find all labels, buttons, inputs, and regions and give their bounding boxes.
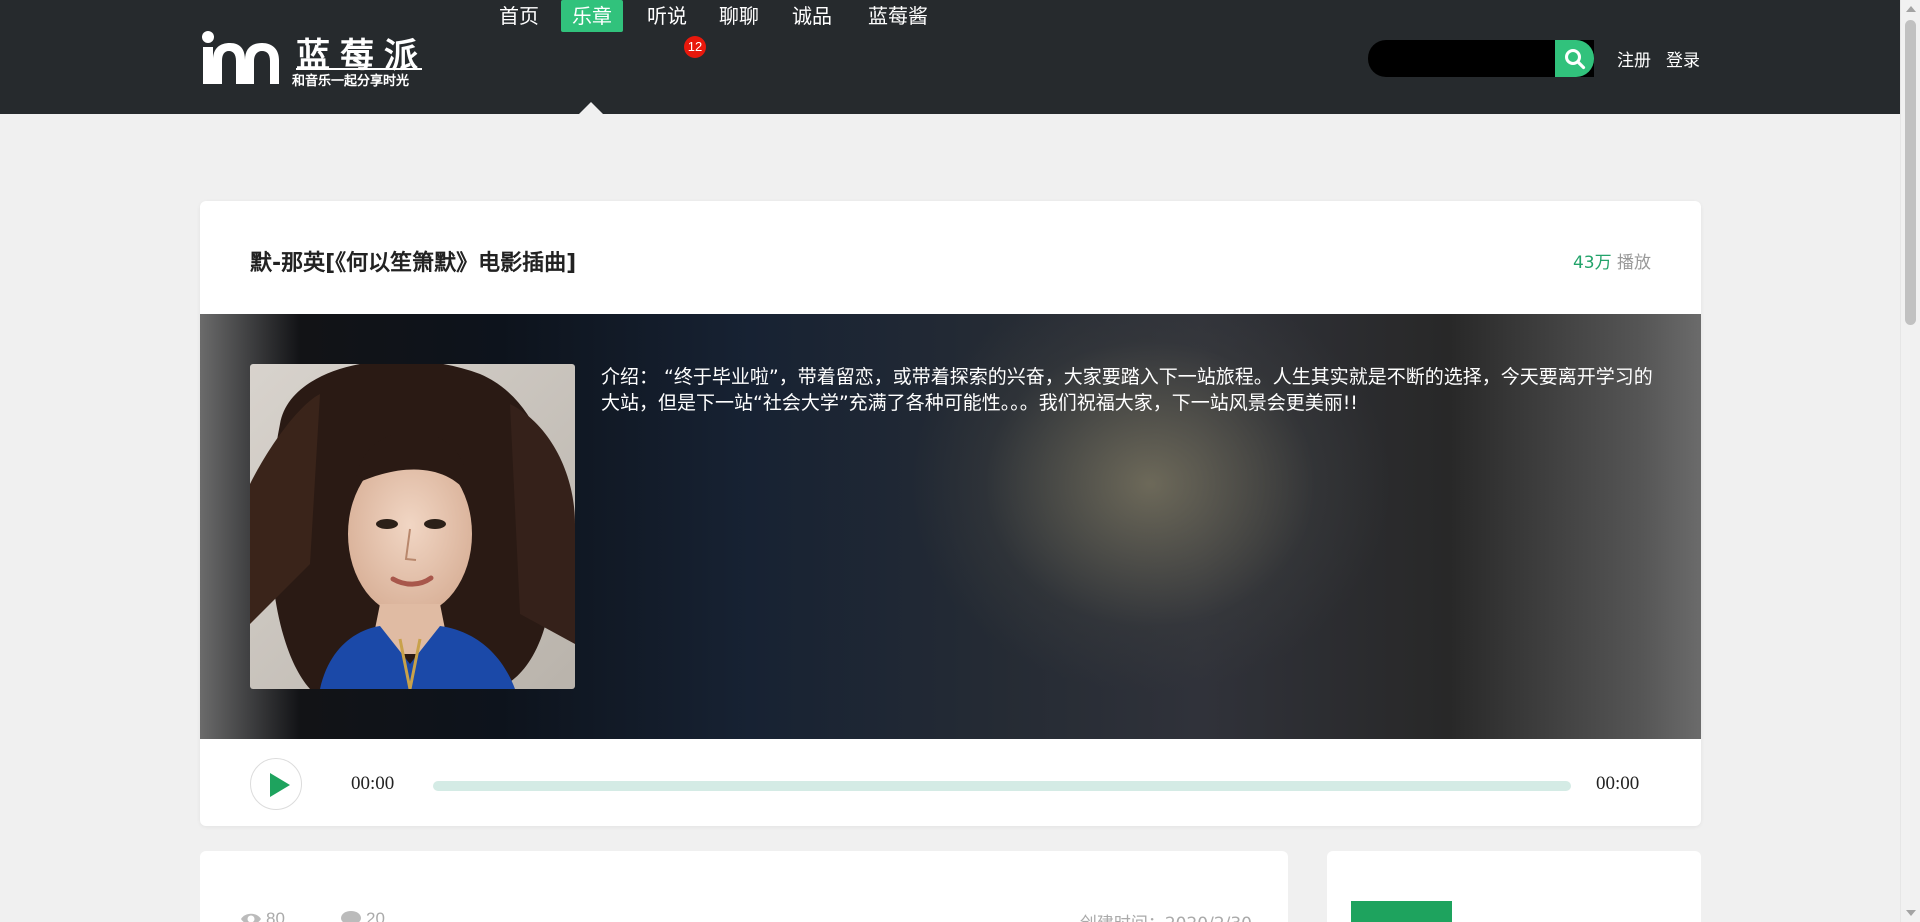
song-detail-card: 80 20 创建时间：2020/2/30	[200, 851, 1288, 922]
site-logo[interactable]: 蓝莓派 和音乐一起分享时光	[200, 30, 430, 89]
side-card-tab[interactable]	[1351, 901, 1452, 922]
total-time: 00:00	[1596, 773, 1640, 794]
brand-tagline: 和音乐一起分享时光	[292, 74, 410, 89]
comment-icon	[341, 911, 361, 922]
logo-m-icon	[202, 31, 279, 84]
song-title: 默-那英[《何以笙箫默》电影插曲]	[250, 251, 577, 276]
search-icon	[1564, 48, 1585, 69]
comments-stat: 20	[340, 909, 385, 922]
side-card	[1327, 851, 1701, 922]
notification-badge: 12	[684, 36, 706, 58]
play-count: 43万 播放	[1573, 248, 1651, 273]
nav-music[interactable]: 乐章	[561, 0, 623, 32]
progress-bar[interactable]	[433, 781, 1571, 791]
artist-portrait-icon	[250, 364, 575, 689]
play-count-label: 播放	[1617, 253, 1651, 273]
nav-chat[interactable]: 聊聊	[716, 0, 762, 32]
top-header: 蓝莓派 和音乐一起分享时光 首页 乐章 听说 聊聊 诚品 蓝莓酱 12 注册 登…	[0, 0, 1900, 114]
song-banner: 介绍： “终于毕业啦”，带着留恋，或带着探索的兴奋，大家要踏入下一站旅程。人生其…	[200, 314, 1701, 739]
current-time: 00:00	[351, 773, 395, 794]
scroll-thumb[interactable]	[1905, 20, 1916, 325]
nav-listen[interactable]: 听说	[644, 0, 690, 32]
song-card: 默-那英[《何以笙箫默》电影插曲] 43万 播放 介绍： “终于毕业啦”，带着留…	[200, 201, 1701, 826]
register-link[interactable]: 注册	[1617, 46, 1651, 71]
views-stat: 80	[240, 909, 285, 922]
login-link[interactable]: 登录	[1666, 46, 1700, 71]
audio-player: 00:00 00:00	[200, 739, 1701, 826]
nav-blueberry-jam[interactable]: 蓝莓酱	[865, 0, 931, 32]
album-cover-image	[250, 364, 575, 689]
play-count-number: 43万	[1572, 253, 1612, 273]
search-button[interactable]	[1555, 40, 1594, 77]
scroll-down-arrow-icon[interactable]	[1906, 910, 1916, 916]
play-button[interactable]	[250, 758, 302, 810]
page-scrollbar[interactable]	[1900, 0, 1920, 922]
comments-count: 20	[366, 909, 385, 922]
eye-icon	[241, 913, 261, 922]
nav-home[interactable]: 首页	[496, 0, 542, 32]
created-time: 创建时间：2020/2/30	[1080, 909, 1252, 922]
song-intro: 介绍： “终于毕业啦”，带着留恋，或带着探索的兴奋，大家要踏入下一站旅程。人生其…	[601, 366, 1653, 414]
views-count: 80	[266, 909, 285, 922]
play-icon	[270, 773, 290, 797]
scroll-up-arrow-icon[interactable]	[1906, 6, 1916, 12]
active-nav-indicator	[579, 102, 603, 114]
nav-shop[interactable]: 诚品	[789, 0, 835, 32]
